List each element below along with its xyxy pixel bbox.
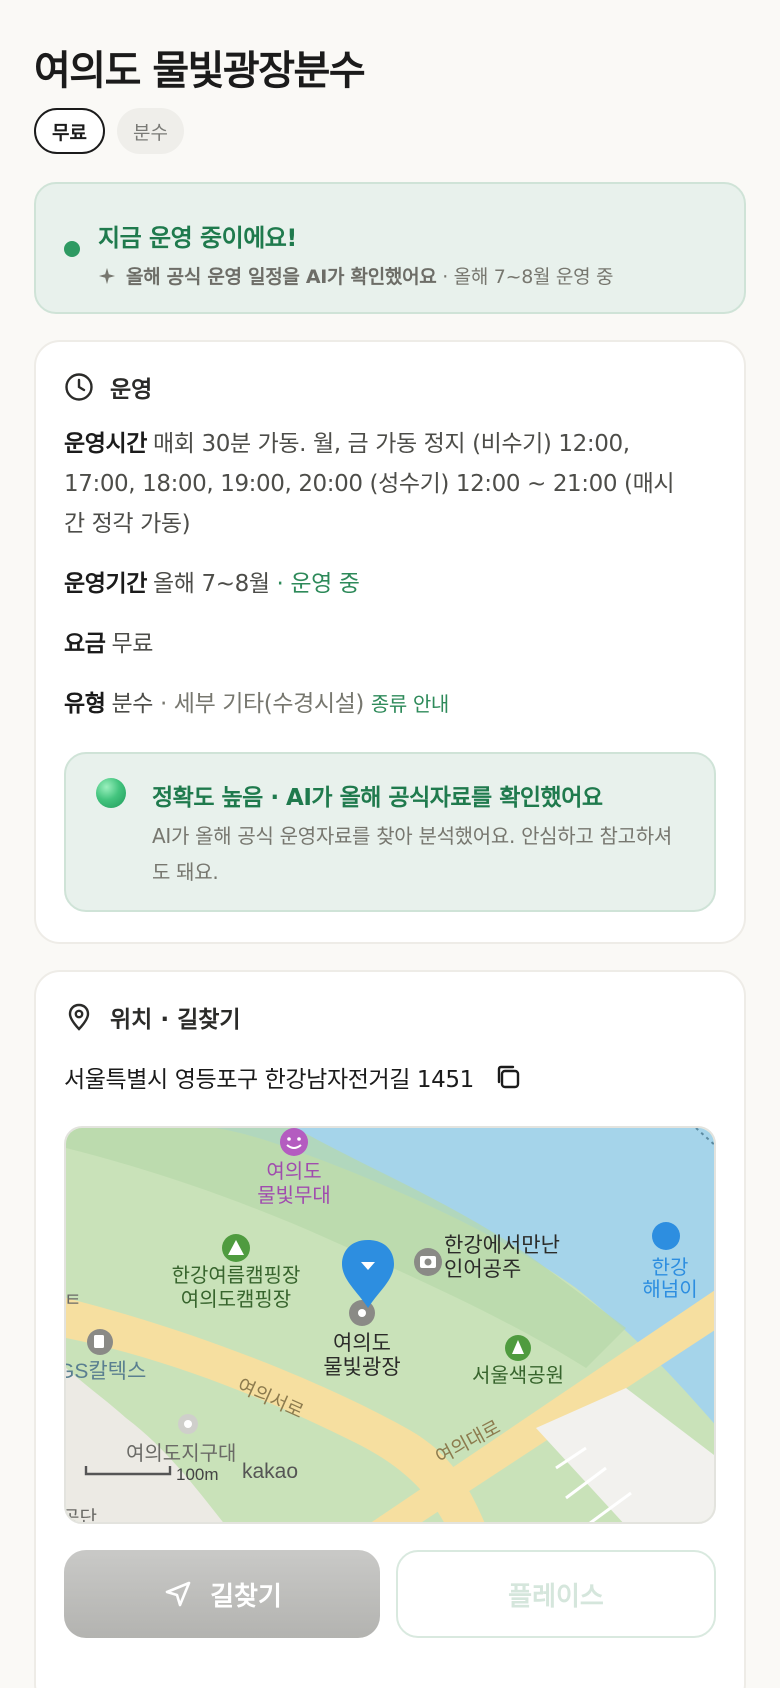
fee-label: 요금 [64,631,106,657]
route-button[interactable]: 길찾기 [64,1550,380,1638]
hours-value: 매회 30분 가동. 월, 금 가동 정지 (비수기) 12:00, 17:00… [64,431,675,537]
map-label-color-park: 서울색공원 [472,1364,564,1387]
period-row: 운영기간 올해 7~8월 · 운영 중 [64,564,684,604]
map-label-stage-1: 여의도 [266,1160,321,1183]
map-pin-icon [68,1003,90,1031]
type-guide-link[interactable]: 종류 안내 [371,692,449,716]
map-kakao-logo: kakao [242,1460,298,1483]
page-title: 여의도 물빛광장분수 [34,48,366,94]
map-info-icon [652,1222,680,1250]
hours-label: 운영시간 [64,431,148,457]
map-label-stage-2: 물빛무대 [257,1184,331,1207]
map-label-han-2: 해넘이 [642,1278,697,1301]
status-sub-bold: 올해 공식 운영 일정을 AI가 확인했어요 [126,266,437,288]
address-row: 서울특별시 영등포구 한강남자전거길 1451 [64,1060,522,1094]
location-heading: 위치 · 길찾기 [64,1000,241,1034]
map-label-gs: GS칼텍스 [66,1360,146,1383]
operation-heading-label: 운영 [110,377,153,403]
period-value: 올해 7~8월 [153,571,270,597]
map-stage-icon [280,1128,308,1156]
navigation-arrow-icon [165,1581,191,1607]
fee-row: 요금 무료 [64,624,684,664]
address-text: 서울특별시 영등포구 한강남자전거길 1451 [64,1067,474,1093]
operation-heading: 운영 [64,370,152,404]
ai-orb-icon [96,778,126,808]
type-label: 유형 [64,691,106,717]
location-heading-label: 위치 · 길찾기 [110,1007,241,1033]
status-subtitle: 올해 공식 운영 일정을 AI가 확인했어요 · 올해 7~8월 운영 중 [98,262,613,289]
place-button[interactable]: 플레이스 [396,1550,716,1638]
map-label-han-1: 한강 [652,1256,689,1279]
operation-card: 운영 운영시간 매회 30분 가동. 월, 금 가동 정지 (비수기) 12:00… [34,340,746,944]
period-label: 운영기간 [64,571,148,597]
period-status: · 운영 중 [276,571,360,597]
fee-value: 무료 [111,631,154,657]
status-title: 지금 운영 중이에요! [98,224,297,252]
map-label-mermaid-2: 인어공주 [444,1258,521,1281]
type-detail: · 세부 기타(수경시설) [159,691,364,717]
map-label-camp-1: 한강여름캠핑장 [172,1264,301,1287]
hours-row: 운영시간 매회 30분 가동. 월, 금 가동 정지 (비수기) 12:00, 1… [64,424,684,544]
map-label-district: 여의도지구대 [126,1442,236,1465]
accuracy-body: AI가 올해 공식 운영자료를 찾아 분석했어요. 안심하고 참고하셔도 돼요. [152,824,672,884]
type-row: 유형 분수 · 세부 기타(수경시설) 종류 안내 [64,684,684,724]
accuracy-title: 정확도 높음 · AI가 올해 공식자료를 확인했어요 [152,785,603,811]
clock-icon [65,373,93,401]
map-label-gongdan: 공단 [66,1507,97,1524]
tag-chips: 무료 분수 [34,108,184,154]
chip-fountain[interactable]: 분수 [116,108,184,154]
map-label-camp-2: 여의도캠핑장 [181,1288,291,1311]
accuracy-box: 정확도 높음 · AI가 올해 공식자료를 확인했어요 AI가 올해 공식 운영… [64,752,716,912]
chip-free[interactable]: 무료 [34,108,105,154]
place-button-label: 플레이스 [508,1581,604,1612]
copy-icon[interactable] [494,1063,522,1091]
map-label-mermaid-1: 한강에서만난 [444,1234,560,1257]
status-sub-rest: · 올해 7~8월 운영 중 [442,266,614,288]
type-value: 분수 [111,691,154,717]
map-label-plaza-2: 물빛광장 [323,1356,400,1379]
status-dot-icon [64,241,80,257]
map-scale-label: 100m [176,1465,219,1484]
map-label-plaza-1: 여의도 [333,1332,391,1355]
map-label-edge: ㅌ [66,1290,81,1311]
route-button-label: 길찾기 [210,1581,282,1612]
operating-status-card: 지금 운영 중이에요! 올해 공식 운영 일정을 AI가 확인했어요 · 올해 … [34,182,746,314]
map-view[interactable]: 여의도 물빛무대 한강여름캠핑장 여의도캠핑장 한강에서만난 인어공주 한강 해… [64,1126,716,1524]
sparkle-icon [98,267,116,284]
